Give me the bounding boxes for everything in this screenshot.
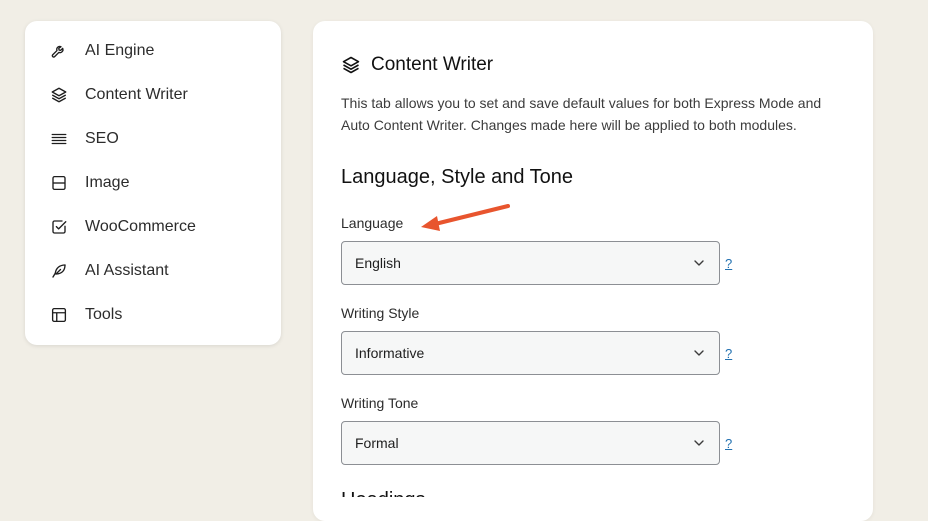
sidebar-item-woocommerce[interactable]: WooCommerce bbox=[25, 205, 281, 249]
writing-style-select-value: Informative bbox=[355, 345, 425, 361]
sidebar-item-label: AI Engine bbox=[85, 42, 155, 59]
writing-style-field: Writing Style Informative ? bbox=[341, 305, 732, 375]
writing-style-select[interactable]: Informative bbox=[341, 331, 720, 375]
writing-tone-select[interactable]: Formal bbox=[341, 421, 720, 465]
image-frame-icon bbox=[50, 174, 68, 192]
sidebar-item-label: AI Assistant bbox=[85, 262, 169, 279]
layout-icon bbox=[50, 306, 68, 324]
feather-icon bbox=[50, 262, 68, 280]
panel-header: Content Writer bbox=[341, 54, 493, 76]
wrench-icon bbox=[50, 42, 68, 60]
layers-icon bbox=[341, 55, 361, 75]
language-label: Language bbox=[341, 215, 404, 231]
sidebar-item-label: Tools bbox=[85, 306, 123, 323]
writing-style-help-link[interactable]: ? bbox=[725, 346, 732, 361]
language-select-value: English bbox=[355, 255, 401, 271]
writing-tone-field: Writing Tone Formal ? bbox=[341, 395, 732, 465]
sidebar-item-label: WooCommerce bbox=[85, 218, 196, 235]
chevron-down-icon bbox=[693, 257, 705, 269]
next-section-title: Headings bbox=[341, 488, 426, 497]
sidebar-item-label: Content Writer bbox=[85, 86, 188, 103]
section-title: Language, Style and Tone bbox=[341, 166, 574, 188]
chevron-down-icon bbox=[693, 347, 705, 359]
lines-icon bbox=[50, 130, 68, 148]
language-field: Language English ? bbox=[341, 215, 732, 285]
sidebar-item-label: SEO bbox=[85, 130, 119, 147]
annotation-arrow-icon bbox=[421, 204, 510, 231]
language-help-link[interactable]: ? bbox=[725, 256, 732, 271]
language-select[interactable]: English bbox=[341, 241, 720, 285]
sidebar-item-ai-engine[interactable]: AI Engine bbox=[25, 29, 281, 73]
sidebar-item-seo[interactable]: SEO bbox=[25, 117, 281, 161]
writing-tone-help-link[interactable]: ? bbox=[725, 436, 732, 451]
panel-description: This tab allows you to set and save defa… bbox=[341, 95, 822, 133]
writing-tone-label: Writing Tone bbox=[341, 395, 419, 411]
layers-icon bbox=[50, 86, 68, 104]
sidebar-item-label: Image bbox=[85, 174, 130, 191]
writing-tone-select-value: Formal bbox=[355, 435, 399, 451]
settings-sidebar: AI Engine Content Writer SEO Image WooCo… bbox=[25, 21, 281, 345]
page-title: Content Writer bbox=[371, 54, 494, 75]
content-writer-panel: Content Writer This tab allows you to se… bbox=[313, 21, 873, 521]
checkbox-icon bbox=[50, 218, 68, 236]
chevron-down-icon bbox=[693, 437, 705, 449]
sidebar-item-content-writer[interactable]: Content Writer bbox=[25, 73, 281, 117]
sidebar-item-image[interactable]: Image bbox=[25, 161, 281, 205]
sidebar-item-ai-assistant[interactable]: AI Assistant bbox=[25, 249, 281, 293]
writing-style-label: Writing Style bbox=[341, 305, 420, 321]
sidebar-item-tools[interactable]: Tools bbox=[25, 293, 281, 337]
